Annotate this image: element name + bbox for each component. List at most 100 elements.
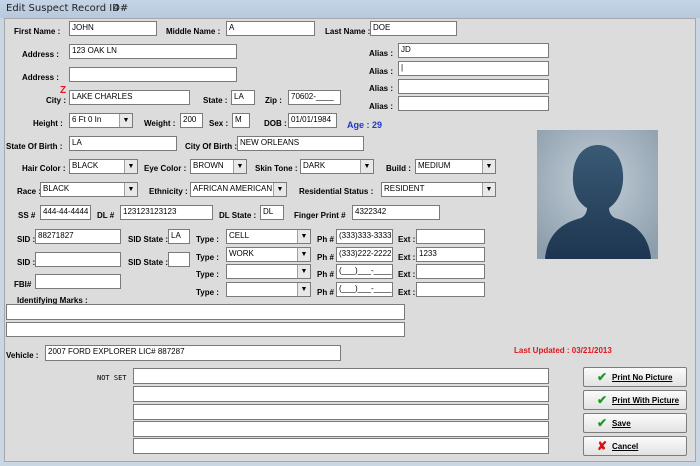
- print-with-picture-button[interactable]: ✔ Print With Picture: [583, 390, 687, 410]
- zip-field[interactable]: 70602-____: [288, 90, 341, 105]
- residential-status-value: RESIDENT: [384, 184, 425, 193]
- address2-field[interactable]: [69, 67, 237, 82]
- alias1-field[interactable]: JD: [398, 43, 549, 58]
- ethnicity-value: AFRICAN AMERICAN: [193, 184, 273, 193]
- state-of-birth-label: State Of Birth :: [6, 142, 63, 151]
- ext1-field[interactable]: [416, 229, 485, 244]
- skin-tone-combo[interactable]: DARK ▼: [300, 159, 374, 174]
- hair-color-label: Hair Color :: [22, 164, 66, 173]
- alias2-field[interactable]: |: [398, 61, 549, 76]
- sid-state1-field[interactable]: LA: [168, 229, 190, 244]
- person-silhouette-icon: [537, 130, 658, 259]
- race-combo[interactable]: BLACK ▼: [40, 182, 138, 197]
- suspect-photo: [537, 130, 658, 259]
- chevron-down-icon[interactable]: ▼: [124, 160, 137, 173]
- age-text: Age : 29: [347, 120, 383, 130]
- ethnicity-combo[interactable]: AFRICAN AMERICAN ▼: [190, 182, 287, 197]
- vehicle-label: Vehicle :: [6, 351, 39, 360]
- state-field[interactable]: LA: [231, 90, 255, 105]
- hair-color-value: BLACK: [72, 161, 99, 170]
- phone3-field[interactable]: (___)___-____: [336, 264, 393, 279]
- finger-print-field[interactable]: 4322342: [352, 205, 440, 220]
- check-icon: ✔: [597, 393, 608, 407]
- phone4-field[interactable]: (___)___-____: [336, 282, 393, 297]
- note-line-5[interactable]: [133, 438, 549, 454]
- chevron-down-icon[interactable]: ▼: [297, 230, 310, 243]
- fbi-field[interactable]: [35, 274, 121, 289]
- phone2-field[interactable]: (333)222-2222: [336, 247, 393, 262]
- eye-color-combo[interactable]: BROWN ▼: [190, 159, 247, 174]
- note-line-2[interactable]: [133, 386, 549, 402]
- fbi-label: FBI#: [14, 280, 32, 289]
- weight-label: Weight :: [144, 119, 176, 128]
- sid1-field[interactable]: 88271827: [35, 229, 121, 244]
- build-value: MEDIUM: [418, 161, 451, 170]
- ethnicity-label: Ethnicity :: [149, 187, 188, 196]
- finger-print-label: Finger Print #: [294, 211, 346, 220]
- eye-color-label: Eye Color :: [144, 164, 187, 173]
- dl-state-label: DL State :: [219, 211, 257, 220]
- sex-field[interactable]: M: [232, 113, 250, 128]
- note-line-3[interactable]: [133, 404, 549, 420]
- chevron-down-icon[interactable]: ▼: [482, 183, 495, 196]
- identifying-marks-field2[interactable]: [6, 322, 405, 337]
- ext3-field[interactable]: [416, 264, 485, 279]
- sid-state1-label: SID State :: [128, 235, 169, 244]
- skin-tone-label: Skin Tone :: [255, 164, 298, 173]
- ext2-field[interactable]: 1233: [416, 247, 485, 262]
- chevron-down-icon[interactable]: ▼: [482, 160, 495, 173]
- weight-field[interactable]: 200: [180, 113, 203, 128]
- alias2-label: Alias :: [369, 67, 394, 76]
- state-of-birth-field[interactable]: LA: [69, 136, 177, 151]
- print-no-picture-button[interactable]: ✔ Print No Picture: [583, 367, 687, 387]
- note-line-1[interactable]: [133, 368, 549, 384]
- chevron-down-icon[interactable]: ▼: [119, 114, 132, 127]
- phone-type2-combo[interactable]: WORK ▼: [226, 247, 311, 262]
- phone-type4-combo[interactable]: ▼: [226, 282, 311, 297]
- last-name-label: Last Name :: [325, 27, 371, 36]
- window-title: Edit Suspect Record ID#: [6, 3, 129, 14]
- phone-type3-combo[interactable]: ▼: [226, 264, 311, 279]
- city-field[interactable]: LAKE CHARLES: [69, 90, 190, 105]
- chevron-down-icon[interactable]: ▼: [360, 160, 373, 173]
- chevron-down-icon[interactable]: ▼: [273, 183, 286, 196]
- city-of-birth-field[interactable]: NEW ORLEANS: [237, 136, 364, 151]
- address-field[interactable]: 123 OAK LN: [69, 44, 237, 59]
- save-button[interactable]: ✔ Save: [583, 413, 687, 433]
- identifying-marks-field1[interactable]: [6, 304, 405, 320]
- cancel-button[interactable]: ✘ Cancel: [583, 436, 687, 456]
- chevron-down-icon[interactable]: ▼: [297, 265, 310, 278]
- hair-color-combo[interactable]: BLACK ▼: [69, 159, 138, 174]
- residential-status-combo[interactable]: RESIDENT ▼: [381, 182, 496, 197]
- ext4-field[interactable]: [416, 282, 485, 297]
- alias3-field[interactable]: [398, 79, 549, 94]
- sid2-field[interactable]: [35, 252, 121, 267]
- build-combo[interactable]: MEDIUM ▼: [415, 159, 496, 174]
- zip-label: Zip :: [265, 96, 282, 105]
- phone1-field[interactable]: (333)333-3333: [336, 229, 393, 244]
- middle-name-field[interactable]: A: [226, 21, 315, 36]
- phone-type1-combo[interactable]: CELL ▼: [226, 229, 311, 244]
- save-label: Save: [612, 419, 631, 428]
- address2-label: Address :: [22, 73, 59, 82]
- dl-state-field[interactable]: DL: [260, 205, 284, 220]
- chevron-down-icon[interactable]: ▼: [297, 248, 310, 261]
- chevron-down-icon[interactable]: ▼: [233, 160, 246, 173]
- chevron-down-icon[interactable]: ▼: [124, 183, 137, 196]
- dl-field[interactable]: 123123123123: [120, 205, 213, 220]
- chevron-down-icon[interactable]: ▼: [297, 283, 310, 296]
- last-name-field[interactable]: DOE: [370, 21, 457, 36]
- print-with-picture-label: Print With Picture: [612, 396, 680, 405]
- ext3-label: Ext :: [398, 270, 416, 279]
- ss-field[interactable]: 444-44-4444: [40, 205, 91, 220]
- alias4-field[interactable]: [398, 96, 549, 111]
- dob-field[interactable]: 01/01/1984: [288, 113, 337, 128]
- type2-label: Type :: [196, 253, 219, 262]
- vehicle-field[interactable]: 2007 FORD EXPLORER LIC# 887287: [45, 345, 341, 361]
- first-name-field[interactable]: JOHN: [69, 21, 157, 36]
- ext4-label: Ext :: [398, 288, 416, 297]
- phone-type1-value: CELL: [229, 231, 250, 240]
- height-combo[interactable]: 6 Ft 0 In ▼: [69, 113, 133, 128]
- note-line-4[interactable]: [133, 421, 549, 437]
- sid-state2-field[interactable]: [168, 252, 190, 267]
